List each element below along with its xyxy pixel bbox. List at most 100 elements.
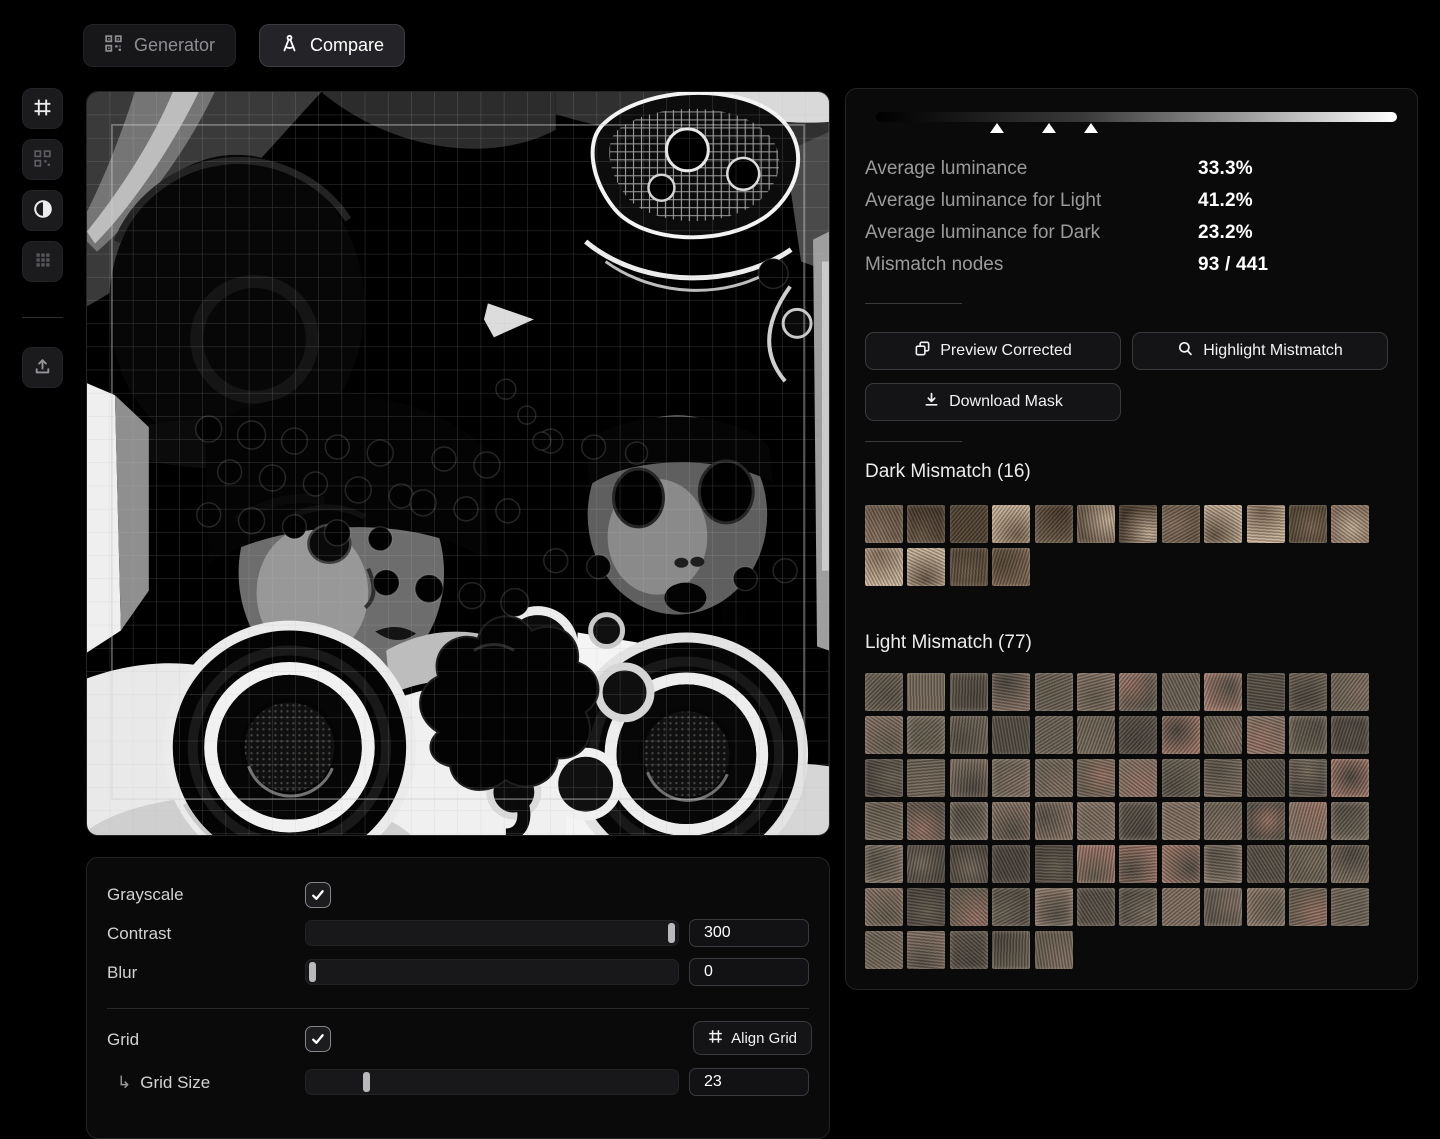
mismatch-thumbnail[interactable] xyxy=(1331,505,1369,543)
contrast-slider-thumb[interactable] xyxy=(668,923,675,943)
mismatch-thumbnail[interactable] xyxy=(1331,888,1369,926)
mismatch-thumbnail[interactable] xyxy=(1035,888,1073,926)
mismatch-thumbnail[interactable] xyxy=(1289,888,1327,926)
mismatch-thumbnail[interactable] xyxy=(1331,673,1369,711)
mismatch-thumbnail[interactable] xyxy=(992,931,1030,969)
mismatch-thumbnail[interactable] xyxy=(865,845,903,883)
mismatch-thumbnail[interactable] xyxy=(950,888,988,926)
mismatch-thumbnail[interactable] xyxy=(950,759,988,797)
mismatch-thumbnail[interactable] xyxy=(907,548,945,586)
mismatch-thumbnail[interactable] xyxy=(1035,716,1073,754)
mismatch-thumbnail[interactable] xyxy=(992,548,1030,586)
mismatch-thumbnail[interactable] xyxy=(1331,845,1369,883)
mismatch-thumbnail[interactable] xyxy=(1077,759,1115,797)
tab-compare[interactable]: Compare xyxy=(259,24,405,67)
mismatch-thumbnail[interactable] xyxy=(907,716,945,754)
mismatch-thumbnail[interactable] xyxy=(1162,505,1200,543)
mismatch-thumbnail[interactable] xyxy=(907,888,945,926)
mismatch-thumbnail[interactable] xyxy=(1289,716,1327,754)
upload-tool-button[interactable] xyxy=(22,347,63,388)
mismatch-thumbnail[interactable] xyxy=(950,673,988,711)
grid-tool-button[interactable] xyxy=(22,241,63,282)
mismatch-thumbnail[interactable] xyxy=(1119,888,1157,926)
preview-corrected-button[interactable]: Preview Corrected xyxy=(865,332,1121,370)
mismatch-thumbnail[interactable] xyxy=(1077,505,1115,543)
mismatch-thumbnail[interactable] xyxy=(1119,716,1157,754)
grid-size-value-input[interactable]: 23 xyxy=(689,1068,809,1096)
mismatch-thumbnail[interactable] xyxy=(1162,888,1200,926)
contrast-tool-button[interactable] xyxy=(22,190,63,231)
qr-tool-button[interactable] xyxy=(22,139,63,180)
grid-checkbox[interactable] xyxy=(305,1026,331,1052)
download-mask-button[interactable]: Download Mask xyxy=(865,383,1121,421)
mismatch-thumbnail[interactable] xyxy=(992,716,1030,754)
mismatch-thumbnail[interactable] xyxy=(1035,673,1073,711)
mismatch-thumbnail[interactable] xyxy=(907,505,945,543)
mismatch-thumbnail[interactable] xyxy=(865,759,903,797)
mismatch-thumbnail[interactable] xyxy=(1289,759,1327,797)
canvas-panel[interactable] xyxy=(86,91,830,836)
mismatch-thumbnail[interactable] xyxy=(1119,505,1157,543)
blur-slider-thumb[interactable] xyxy=(309,962,316,982)
mismatch-thumbnail[interactable] xyxy=(1204,716,1242,754)
contrast-value-input[interactable]: 300 xyxy=(689,919,809,947)
mismatch-thumbnail[interactable] xyxy=(950,548,988,586)
mismatch-thumbnail[interactable] xyxy=(865,888,903,926)
mismatch-thumbnail[interactable] xyxy=(1077,802,1115,840)
contrast-slider[interactable] xyxy=(305,920,679,946)
luminance-marker[interactable] xyxy=(990,123,1004,133)
mismatch-thumbnail[interactable] xyxy=(1035,931,1073,969)
mismatch-thumbnail[interactable] xyxy=(865,802,903,840)
blur-slider[interactable] xyxy=(305,959,679,985)
mismatch-thumbnail[interactable] xyxy=(907,845,945,883)
mismatch-thumbnail[interactable] xyxy=(907,802,945,840)
luminance-marker[interactable] xyxy=(1084,123,1098,133)
mismatch-thumbnail[interactable] xyxy=(1162,673,1200,711)
mismatch-thumbnail[interactable] xyxy=(1289,845,1327,883)
mismatch-thumbnail[interactable] xyxy=(1247,888,1285,926)
mismatch-thumbnail[interactable] xyxy=(1204,888,1242,926)
mismatch-thumbnail[interactable] xyxy=(1247,845,1285,883)
mismatch-thumbnail[interactable] xyxy=(1247,759,1285,797)
mismatch-thumbnail[interactable] xyxy=(992,845,1030,883)
mismatch-thumbnail[interactable] xyxy=(1035,802,1073,840)
mismatch-thumbnail[interactable] xyxy=(1119,845,1157,883)
mismatch-thumbnail[interactable] xyxy=(1077,888,1115,926)
mismatch-thumbnail[interactable] xyxy=(865,505,903,543)
mismatch-thumbnail[interactable] xyxy=(992,888,1030,926)
mismatch-thumbnail[interactable] xyxy=(1204,845,1242,883)
mismatch-thumbnail[interactable] xyxy=(1035,759,1073,797)
mismatch-thumbnail[interactable] xyxy=(1247,673,1285,711)
mismatch-thumbnail[interactable] xyxy=(1162,716,1200,754)
mismatch-thumbnail[interactable] xyxy=(1247,802,1285,840)
mismatch-thumbnail[interactable] xyxy=(1289,505,1327,543)
mismatch-thumbnail[interactable] xyxy=(950,845,988,883)
mismatch-thumbnail[interactable] xyxy=(992,802,1030,840)
mismatch-thumbnail[interactable] xyxy=(1331,802,1369,840)
mismatch-thumbnail[interactable] xyxy=(1035,845,1073,883)
mismatch-thumbnail[interactable] xyxy=(1162,845,1200,883)
mismatch-thumbnail[interactable] xyxy=(1247,716,1285,754)
mismatch-thumbnail[interactable] xyxy=(865,931,903,969)
mismatch-thumbnail[interactable] xyxy=(1204,759,1242,797)
mismatch-thumbnail[interactable] xyxy=(1204,673,1242,711)
mismatch-thumbnail[interactable] xyxy=(992,505,1030,543)
mismatch-thumbnail[interactable] xyxy=(865,673,903,711)
mismatch-thumbnail[interactable] xyxy=(950,931,988,969)
mismatch-thumbnail[interactable] xyxy=(992,759,1030,797)
mismatch-thumbnail[interactable] xyxy=(1119,802,1157,840)
mismatch-thumbnail[interactable] xyxy=(1204,802,1242,840)
frame-tool-button[interactable] xyxy=(22,88,63,129)
mismatch-thumbnail[interactable] xyxy=(1331,759,1369,797)
mismatch-thumbnail[interactable] xyxy=(1289,802,1327,840)
highlight-mismatch-button[interactable]: Highlight Mistmatch xyxy=(1132,332,1388,370)
mismatch-thumbnail[interactable] xyxy=(1119,759,1157,797)
mismatch-thumbnail[interactable] xyxy=(1077,716,1115,754)
mismatch-thumbnail[interactable] xyxy=(1162,759,1200,797)
align-grid-button[interactable]: Align Grid xyxy=(693,1021,812,1055)
mismatch-thumbnail[interactable] xyxy=(907,931,945,969)
mismatch-thumbnail[interactable] xyxy=(950,505,988,543)
tab-generator[interactable]: Generator xyxy=(83,24,236,67)
mismatch-thumbnail[interactable] xyxy=(992,673,1030,711)
mismatch-thumbnail[interactable] xyxy=(865,548,903,586)
